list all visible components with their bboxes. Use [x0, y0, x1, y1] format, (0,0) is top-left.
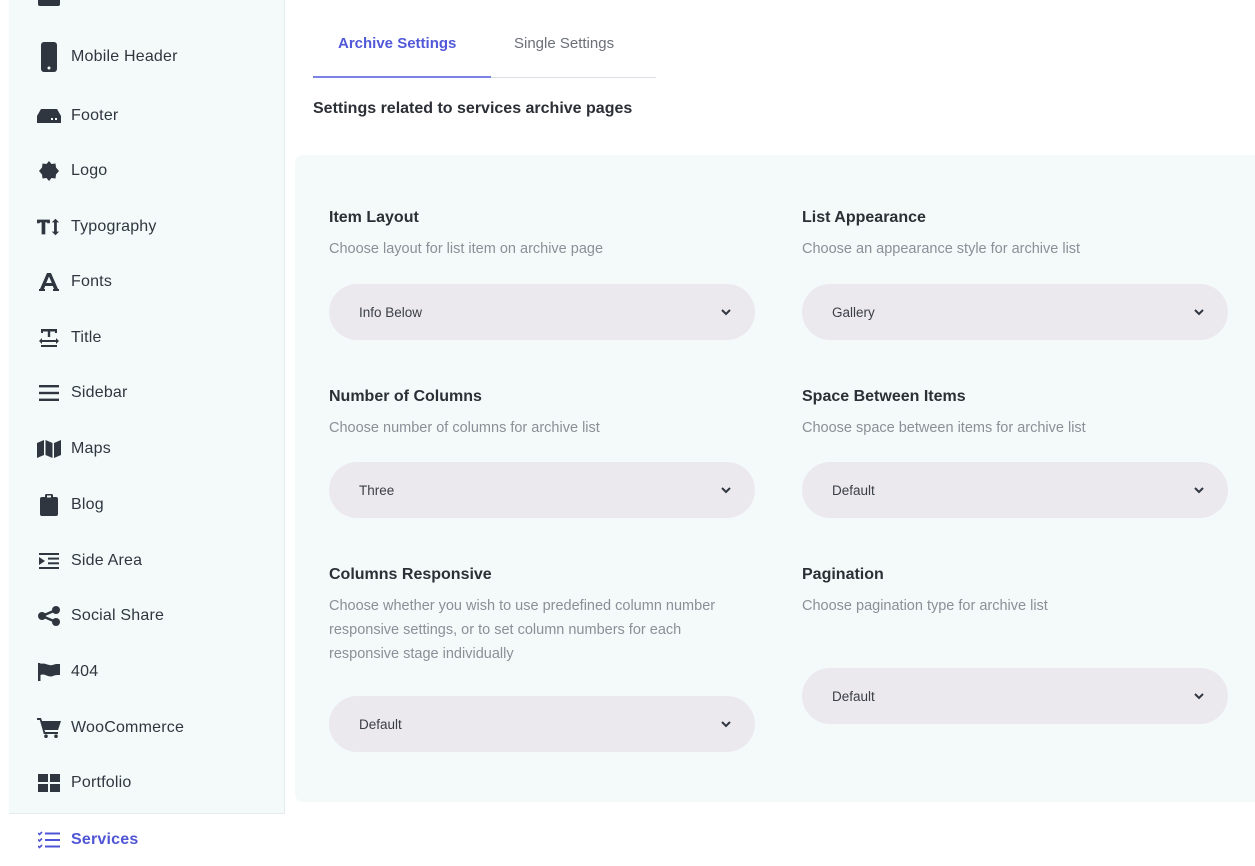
grid-icon: [37, 771, 61, 795]
sidebar-item-label: Mobile Header: [71, 48, 178, 65]
logo-badge-icon: [37, 159, 61, 183]
pagination-select[interactable]: Default: [802, 668, 1228, 724]
sidebar-item-blog[interactable]: Blog: [37, 490, 104, 520]
sidebar-item-label: Blog: [71, 496, 104, 513]
space-between-items-field: Space Between Items Choose space between…: [802, 388, 1228, 518]
sidebar-item-label: Logo: [71, 162, 108, 179]
sidebar-item-label: Portfolio: [71, 774, 132, 791]
chevron-down-icon: [1194, 307, 1204, 317]
flag-icon: [37, 660, 61, 684]
sidebar-item-title[interactable]: Title: [37, 323, 102, 353]
menu-lines-icon: [37, 381, 61, 405]
sidebar-item-portfolio[interactable]: Portfolio: [37, 768, 132, 798]
sidebar-item-services[interactable]: Services: [37, 825, 138, 855]
space-between-items-select[interactable]: Default: [802, 462, 1228, 518]
sidebar-item-social-share[interactable]: Social Share: [37, 601, 164, 631]
select-value: Default: [832, 688, 875, 704]
field-help: Choose space between items for archive l…: [802, 420, 1086, 436]
chevron-down-icon: [721, 719, 731, 729]
sidebar-item-maps[interactable]: Maps: [37, 434, 111, 464]
columns-responsive-field: Columns Responsive Choose whether you wi…: [329, 566, 755, 752]
share-icon: [37, 604, 61, 628]
field-help: Choose number of columns for archive lis…: [329, 420, 600, 436]
select-value: Three: [359, 482, 395, 498]
sidebar-item-fonts[interactable]: Fonts: [37, 267, 112, 297]
chevron-down-icon: [721, 307, 731, 317]
number-of-columns-field: Number of Columns Choose number of colum…: [329, 388, 755, 518]
cart-icon: [37, 716, 61, 740]
tab-archive-settings[interactable]: Archive Settings: [338, 35, 456, 52]
sidebar-item-label: 404: [71, 663, 99, 680]
font-icon: [37, 270, 61, 294]
active-tab-indicator: [313, 76, 491, 78]
mobile-phone-icon: [37, 42, 61, 72]
map-icon: [37, 437, 61, 461]
tab-single-settings[interactable]: Single Settings: [514, 35, 614, 52]
settings-tabs: Archive Settings Single Settings: [313, 25, 656, 78]
field-title: Space Between Items: [802, 388, 966, 405]
sidebar-item-label: Footer: [71, 107, 119, 124]
field-title: Pagination: [802, 566, 884, 583]
sidebar-item-label: Title: [71, 329, 102, 346]
list-appearance-field: List Appearance Choose an appearance sty…: [802, 209, 1228, 340]
pagination-field: Pagination Choose pagination type for ar…: [802, 566, 1228, 724]
sidebar-item-typography[interactable]: Typography: [37, 212, 157, 242]
sidebar-item-partial[interactable]: [38, 0, 60, 6]
chevron-down-icon: [1194, 485, 1204, 495]
sidebar-item-label: Maps: [71, 440, 111, 457]
field-help: Choose whether you wish to use predefine…: [329, 598, 716, 662]
checklist-icon: [37, 828, 61, 852]
settings-panel: Item Layout Choose layout for list item …: [295, 155, 1255, 802]
sidebar-item-footer[interactable]: Footer: [37, 101, 118, 131]
field-title: Columns Responsive: [329, 566, 492, 583]
sidebar-item-404[interactable]: 404: [37, 657, 98, 687]
sidebar-item-label: Fonts: [71, 273, 113, 290]
sidebar-item-label: Typography: [71, 218, 157, 235]
chevron-down-icon: [721, 485, 731, 495]
section-description: Settings related to services archive pag…: [313, 100, 633, 117]
field-title: Number of Columns: [329, 388, 482, 405]
footer-icon: [37, 104, 61, 128]
sidebar-item-logo[interactable]: Logo: [37, 156, 107, 186]
side-area-icon: [37, 549, 61, 573]
list-appearance-select[interactable]: Gallery: [802, 284, 1228, 340]
sidebar-item-label: Services: [71, 831, 139, 848]
sidebar-item-label: Side Area: [71, 552, 143, 569]
title-icon: [37, 326, 61, 350]
sidebar-item-sidebar[interactable]: Sidebar: [37, 378, 128, 408]
chevron-down-icon: [1194, 691, 1204, 701]
select-value: Default: [359, 716, 402, 732]
item-layout-field: Item Layout Choose layout for list item …: [329, 209, 755, 340]
sidebar-item-woocommerce[interactable]: WooCommerce: [37, 713, 184, 743]
sidebar-item-label: Social Share: [71, 607, 165, 624]
clipboard-icon: [37, 493, 61, 517]
select-value: Info Below: [359, 304, 423, 320]
number-of-columns-select[interactable]: Three: [329, 462, 755, 518]
columns-responsive-select[interactable]: Default: [329, 696, 755, 752]
sidebar-item-label: Sidebar: [71, 384, 128, 401]
sidebar-item-mobile-header[interactable]: Mobile Header: [37, 42, 178, 72]
select-value: Default: [832, 482, 875, 498]
sidebar-item-side-area[interactable]: Side Area: [37, 546, 142, 576]
settings-sidebar: Mobile Header Footer Logo Typography Fon…: [0, 0, 285, 866]
sidebar-item-label: WooCommerce: [71, 719, 185, 736]
select-value: Gallery: [832, 304, 875, 320]
field-help: Choose layout for list item on archive p…: [329, 241, 604, 257]
field-help: Choose an appearance style for archive l…: [802, 241, 1081, 257]
field-help: Choose pagination type for archive list: [802, 598, 1048, 614]
item-layout-select[interactable]: Info Below: [329, 284, 755, 340]
field-title: Item Layout: [329, 209, 419, 226]
field-title: List Appearance: [802, 209, 926, 226]
text-height-icon: [37, 215, 61, 239]
